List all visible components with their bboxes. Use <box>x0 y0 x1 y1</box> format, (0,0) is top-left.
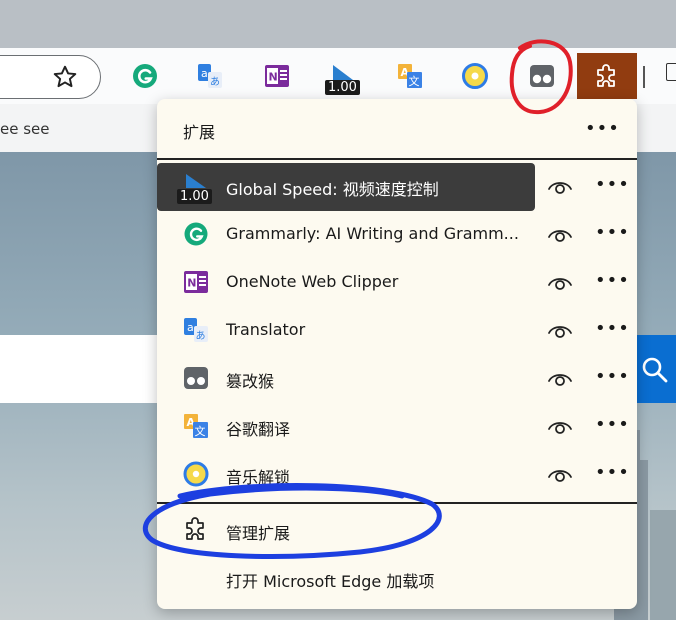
grammarly-toolbar-icon[interactable] <box>131 62 159 90</box>
svg-text:文: 文 <box>195 424 206 438</box>
extension-item-onenote[interactable]: N OneNote Web Clipper ••• <box>157 259 637 307</box>
eye-icon[interactable] <box>547 463 573 487</box>
address-bar[interactable] <box>0 55 101 99</box>
extension-more-button[interactable]: ••• <box>595 318 630 339</box>
svg-text:文: 文 <box>409 74 420 88</box>
page-search-input[interactable] <box>0 335 160 403</box>
extension-item-global-speed[interactable]: 1.00 Global Speed: 视频速度控制 <box>157 163 535 211</box>
eye-icon[interactable] <box>547 367 573 391</box>
search-icon <box>642 357 668 383</box>
puzzle-icon <box>597 64 615 87</box>
svg-text:a: a <box>187 321 194 334</box>
extension-more-button[interactable]: ••• <box>595 366 630 387</box>
extension-item-google-translate[interactable]: A 文 谷歌翻译 ••• <box>157 403 637 451</box>
translator-toolbar-icon[interactable]: a あ <box>196 62 224 90</box>
music-unlock-toolbar-icon[interactable] <box>461 62 489 90</box>
page-search-button[interactable] <box>636 335 676 403</box>
onenote-toolbar-icon[interactable]: N <box>263 62 291 90</box>
google-translate-toolbar-icon[interactable]: A 文 <box>396 62 424 90</box>
global-speed-badge: 1.00 <box>177 189 212 204</box>
google-translate-icon: A 文 <box>184 414 208 438</box>
extension-item-grammarly[interactable]: Grammarly: AI Writing and Gramm... ••• <box>157 211 637 259</box>
eye-icon[interactable] <box>547 319 573 343</box>
svg-text:あ: あ <box>210 76 220 88</box>
svg-text:あ: あ <box>196 330 206 342</box>
red-annotation-circle <box>509 39 573 115</box>
global-speed-toolbar-badge: 1.00 <box>325 80 360 95</box>
grammarly-icon <box>184 222 208 246</box>
extensions-button[interactable] <box>577 53 637 99</box>
tampermonkey-icon <box>184 367 208 389</box>
extension-item-translator[interactable]: a あ Translator ••• <box>157 307 637 355</box>
favorite-star-icon[interactable] <box>52 64 78 90</box>
extension-more-button[interactable]: ••• <box>595 462 630 483</box>
svg-text:N: N <box>269 71 278 84</box>
eye-icon[interactable] <box>547 223 573 247</box>
translator-icon: a あ <box>184 318 208 342</box>
open-addons-item[interactable]: 打开 Microsoft Edge 加载项 <box>157 555 637 603</box>
blue-annotation-circle <box>142 483 442 559</box>
extension-more-button[interactable]: ••• <box>595 414 630 435</box>
svg-text:a: a <box>201 67 208 80</box>
split-screen-icon[interactable] <box>666 63 676 81</box>
favorite-item[interactable]: ee see <box>0 120 50 138</box>
extension-more-button[interactable]: ••• <box>595 270 630 291</box>
eye-icon[interactable] <box>547 271 573 295</box>
extension-label: Grammarly: AI Writing and Gramm... <box>226 224 519 243</box>
onenote-icon: N <box>184 271 208 293</box>
panel-more-button[interactable]: ••• <box>585 118 620 139</box>
extension-label: 谷歌翻译 <box>226 420 291 439</box>
eye-icon[interactable] <box>547 175 573 199</box>
extension-label: 篡改猴 <box>226 372 275 391</box>
extension-label: OneNote Web Clipper <box>226 272 399 291</box>
open-addons-label: 打开 Microsoft Edge 加载项 <box>226 572 435 591</box>
panel-title: 扩展 <box>183 123 216 142</box>
extension-item-tampermonkey[interactable]: 篡改猴 ••• <box>157 355 637 403</box>
eye-icon[interactable] <box>547 415 573 439</box>
extension-more-button[interactable]: ••• <box>595 222 630 243</box>
svg-text:N: N <box>187 277 196 290</box>
extension-label: Translator <box>226 320 306 339</box>
toolbar-divider <box>643 66 645 88</box>
extension-more-button[interactable]: ••• <box>595 174 630 195</box>
header-divider <box>157 158 637 160</box>
extension-label: Global Speed: 视频速度控制 <box>226 180 439 199</box>
